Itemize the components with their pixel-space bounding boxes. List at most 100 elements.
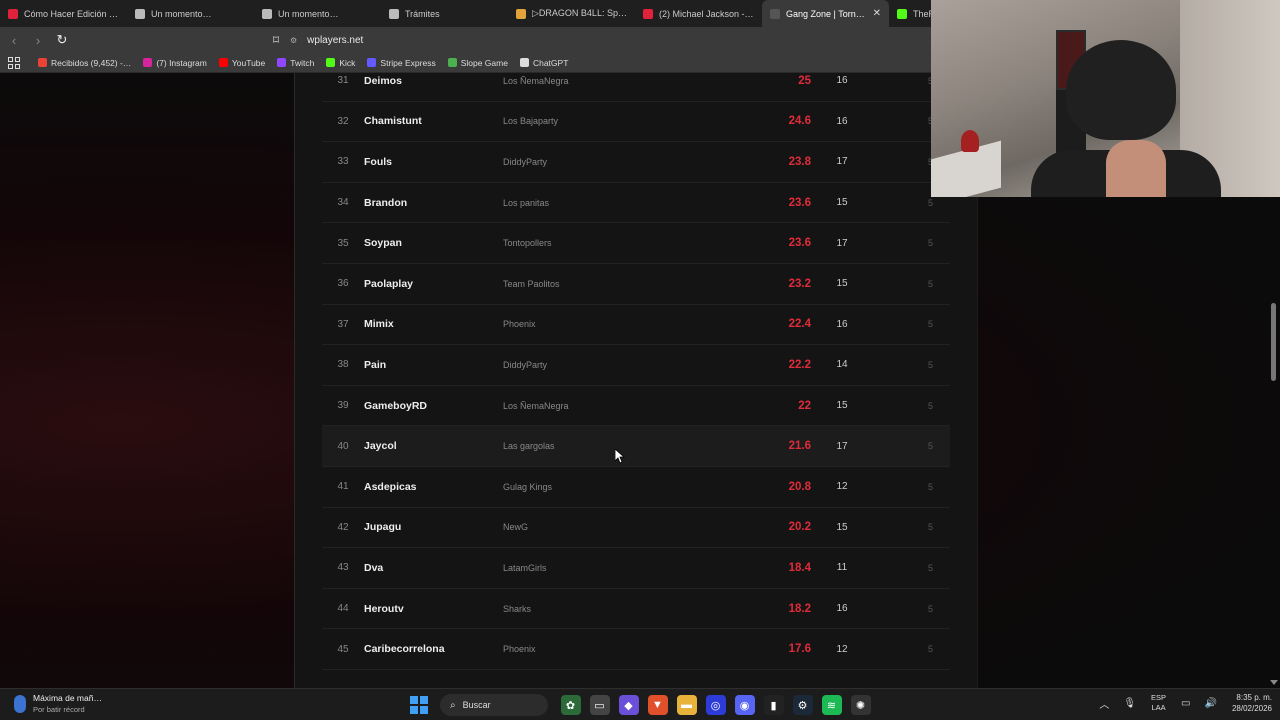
- microphone-icon[interactable]: 🎙: [1123, 698, 1136, 709]
- copilot-icon[interactable]: ◆: [618, 695, 639, 715]
- games-cell: 11: [836, 562, 848, 574]
- windows-start-icon[interactable]: [410, 696, 428, 714]
- player-name-cell: Pain: [364, 358, 387, 371]
- extra-cell: 5: [927, 359, 933, 370]
- volume-icon[interactable]: 🔊: [1205, 698, 1217, 709]
- tab-favicon-icon: [516, 8, 526, 19]
- rank-cell: 34: [337, 197, 349, 209]
- browser-tab[interactable]: Un momento…: [127, 0, 254, 27]
- team-cell: Los ÑemaNegra: [503, 400, 569, 411]
- url-text: wplayers.net: [307, 34, 364, 46]
- webcam-person-face: [1106, 140, 1166, 197]
- apps-grid-icon[interactable]: [8, 56, 20, 69]
- team-cell: Los Bajaparty: [503, 116, 559, 127]
- table-row[interactable]: 45 Caribecorrelona Phoenix 17.6 12 5: [322, 629, 950, 670]
- bookmark-item[interactable]: Slope Game: [447, 58, 508, 68]
- address-bar[interactable]: ⚙ wplayers.net: [290, 30, 690, 50]
- bookmark-label: YouTube: [231, 57, 266, 68]
- team-cell: Phoenix: [503, 319, 536, 330]
- bookmark-item[interactable]: Kick: [326, 58, 355, 68]
- table-row[interactable]: 42 Jupagu NewG 20.2 15 5: [322, 508, 950, 549]
- steam-icon[interactable]: ⚙: [792, 695, 813, 715]
- table-row[interactable]: 35 Soypan Tontopollers 23.6 17 5: [322, 223, 950, 264]
- weather-subtitle: Por batir récord: [33, 705, 85, 714]
- file-explorer-window-icon[interactable]: ▭: [589, 695, 610, 715]
- bookmark-favicon-icon: [143, 58, 153, 67]
- score-cell: 23.2: [788, 277, 811, 290]
- games-cell: 15: [836, 521, 848, 533]
- audio-app-icon[interactable]: ▮: [763, 695, 784, 715]
- team-cell: Los panitas: [503, 197, 550, 208]
- extra-cell: 5: [927, 319, 933, 330]
- spotify-icon[interactable]: ≋: [821, 695, 842, 715]
- rank-cell: 31: [337, 75, 349, 87]
- tab-favicon-icon: [770, 8, 780, 19]
- bookmark-item[interactable]: Twitch: [277, 58, 314, 68]
- rank-cell: 37: [337, 318, 349, 330]
- bookmark-item[interactable]: Stripe Express: [367, 58, 436, 68]
- score-cell: 23.8: [788, 155, 811, 168]
- table-row[interactable]: 38 Pain DiddyParty 22.2 14 5: [322, 345, 950, 386]
- chevron-up-icon[interactable]: ︿: [1099, 696, 1109, 711]
- player-name-cell: Caribecorrelona: [364, 643, 445, 656]
- player-name-cell: Dva: [364, 561, 384, 574]
- browser-tab[interactable]: Cómo Hacer Edición DINÁ: [0, 0, 127, 27]
- table-row[interactable]: 32ChamistuntLos Bajaparty24.6165: [322, 102, 950, 143]
- player-name-cell: Soypan: [364, 237, 402, 250]
- bookmark-label: ChatGPT: [532, 57, 569, 68]
- table-row[interactable]: 33FoulsDiddyParty23.8175: [322, 142, 950, 183]
- language-code: ESP: [1151, 693, 1167, 702]
- extra-cell: 5: [927, 441, 933, 452]
- browser-tab[interactable]: Gang Zone | Torneo W ✕: [762, 0, 889, 27]
- tab-favicon-icon: [262, 8, 272, 19]
- back-arrow-icon[interactable]: ‹: [4, 33, 24, 48]
- close-tab-icon[interactable]: ✕: [873, 8, 881, 19]
- table-row[interactable]: 34 Brandon Los panitas 23.6 15 5: [322, 183, 950, 224]
- table-row[interactable]: 40 Jaycol Las gargolas 21.6 17 5: [322, 426, 950, 467]
- display-icon[interactable]: ▭: [1181, 698, 1190, 709]
- score-cell: 20.2: [788, 521, 811, 534]
- browser-tab[interactable]: ▷DRAGON B4LL: Sparking: [508, 0, 635, 27]
- browser-tab[interactable]: (2) Michael Jackson - Todo: [635, 0, 762, 27]
- table-row[interactable]: 41 Asdepicas Gulag Kings 20.8 12 5: [322, 467, 950, 508]
- table-row[interactable]: 31DeimosLos ÑemaNegra25165: [322, 73, 950, 102]
- forward-arrow-icon[interactable]: ›: [28, 33, 48, 48]
- table-row[interactable]: 37 Mimix Phoenix 22.4 16 5: [322, 305, 950, 346]
- table-row[interactable]: 44 Heroutv Sharks 18.2 16 5: [322, 589, 950, 630]
- clock[interactable]: 8:35 p. m. 28/02/2026: [1232, 692, 1272, 714]
- browser-tab[interactable]: Un momento…: [254, 0, 381, 27]
- games-cell: 16: [836, 318, 848, 330]
- rank-cell: 44: [337, 603, 349, 615]
- extra-cell: 5: [927, 400, 933, 411]
- weather-widget[interactable]: Máxima de mañ… Por batir récord: [14, 693, 102, 714]
- chatgpt-app-icon[interactable]: ✺: [850, 695, 871, 715]
- score-cell: 21.6: [788, 440, 811, 453]
- reload-icon[interactable]: ↻: [52, 32, 72, 48]
- language-indicator[interactable]: ESP LAA: [1151, 693, 1166, 713]
- bookmark-icon[interactable]: ⌑: [268, 33, 284, 47]
- bookmark-item[interactable]: Recibidos (9,452) -…: [38, 58, 131, 68]
- table-row[interactable]: 39 GameboyRD Los ÑemaNegra 22 15 5: [322, 386, 950, 427]
- bookmark-item[interactable]: YouTube: [218, 57, 266, 68]
- folder-icon[interactable]: ▬: [676, 695, 697, 715]
- browser-tab[interactable]: Trámites: [381, 0, 508, 27]
- table-row[interactable]: 43 Dva LatamGirls 18.4 11 5: [322, 548, 950, 589]
- table-row[interactable]: 36 Paolaplay Team Paolitos 23.2 15 5: [322, 264, 950, 305]
- page-scrollbar[interactable]: [1271, 303, 1276, 381]
- bookmark-item[interactable]: ChatGPT: [519, 57, 569, 68]
- player-name-cell: Brandon: [364, 196, 408, 209]
- green-app-icon[interactable]: ✿: [560, 695, 581, 715]
- discord-icon[interactable]: ◉: [734, 695, 755, 715]
- player-name-cell: Chamistunt: [364, 115, 422, 128]
- site-info-icon[interactable]: ⚙: [290, 36, 297, 45]
- bookmark-favicon-icon: [519, 58, 529, 67]
- scroll-down-arrow[interactable]: [1270, 680, 1278, 685]
- team-cell: Gulag Kings: [503, 481, 553, 492]
- bookmark-item[interactable]: (7) Instagram: [143, 58, 207, 68]
- brave-browser-icon[interactable]: ▼: [647, 695, 668, 715]
- games-cell: 17: [836, 156, 848, 168]
- obs-icon[interactable]: ◎: [705, 695, 726, 715]
- bookmark-favicon-icon: [218, 58, 228, 67]
- taskbar-search[interactable]: ⌕ Buscar: [440, 694, 548, 716]
- rank-cell: 32: [337, 115, 349, 127]
